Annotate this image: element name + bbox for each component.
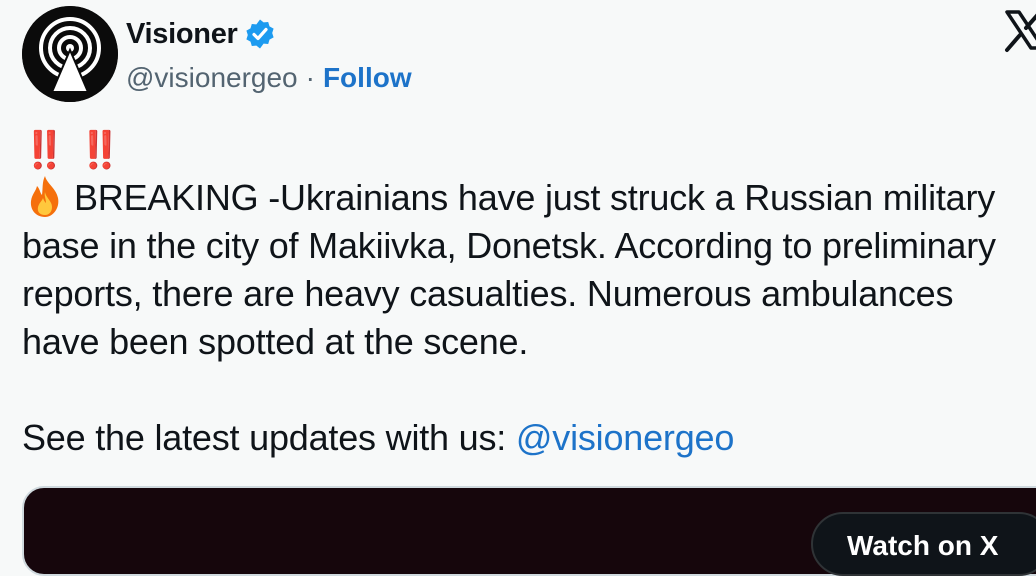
author-display-name[interactable]: Visioner [126,18,238,51]
ukraine-flag-icon [129,133,177,166]
tweet-cta-text: See the latest updates with us: [22,417,516,458]
tweet-paragraph: ‼️ ‼️ [22,126,1022,174]
follow-button[interactable]: Follow [323,62,412,94]
separator-dot: · [305,62,315,93]
double-exclamation-icon: ‼️ [77,129,124,170]
mention-link[interactable]: @visionergeo [516,417,734,458]
x-logo-icon[interactable] [1003,8,1036,54]
author-handle-row: @visionergeo · Follow [126,58,412,98]
watch-on-x-button[interactable]: Watch on X [811,512,1036,576]
double-exclamation-icon: ‼️ [22,129,68,170]
author-avatar[interactable] [22,6,118,102]
tweet-main-text: BREAKING -Ukrainians have just struck a … [22,177,996,362]
author-name-row: Visioner [126,14,276,54]
tweet-text: ‼️ ‼️ BREAKING -Ukrainians have just str… [22,126,1022,462]
radio-tower-logo-icon [22,6,118,102]
author-handle[interactable]: @visionergeo [126,62,298,94]
verified-badge-icon[interactable] [244,18,276,50]
tweet-cta-paragraph: See the latest updates with us: @visione… [22,414,1022,462]
fire-icon [30,176,59,217]
